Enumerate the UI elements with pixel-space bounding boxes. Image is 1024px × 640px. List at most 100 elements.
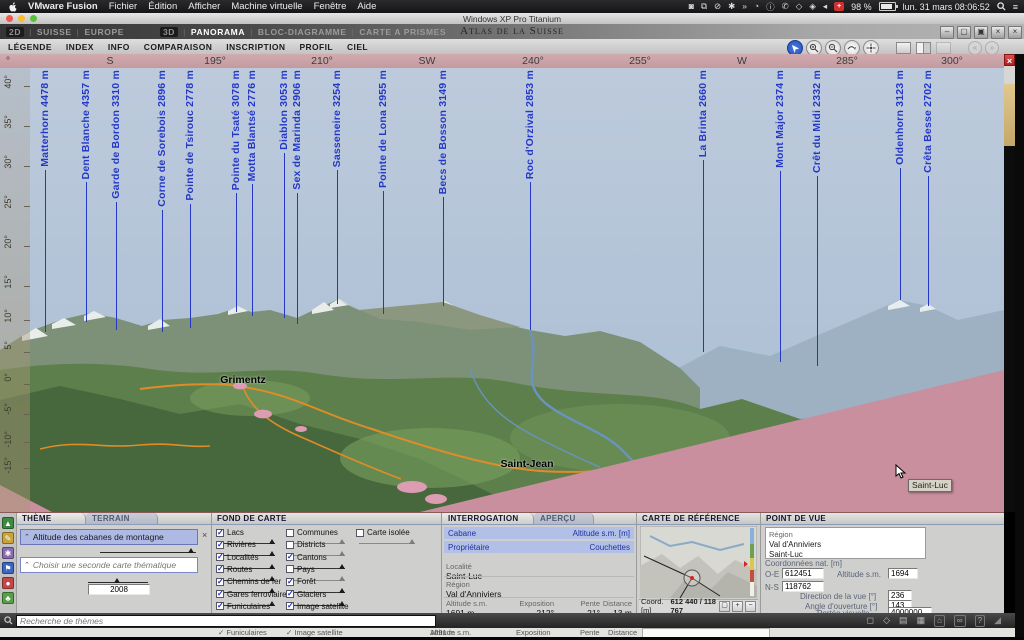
layer-label: Localités	[227, 553, 259, 562]
spotlight-icon[interactable]	[997, 2, 1006, 11]
checkbox-districts[interactable]	[286, 541, 294, 549]
theme-search-input[interactable]: Recherche de thèmes	[16, 615, 436, 627]
app-menu-inscription[interactable]: INSCRIPTION	[226, 42, 285, 52]
layer-opacity-slider[interactable]	[359, 539, 415, 544]
resize-grip-icon[interactable]: ◢	[994, 615, 1001, 626]
help-button[interactable]: ?	[975, 615, 985, 627]
theme-category-icon[interactable]: ✱	[2, 547, 14, 559]
menubar-item-fichier[interactable]: Fichier	[109, 1, 138, 12]
oe-input[interactable]: 612451	[782, 568, 824, 579]
checkbox-pays[interactable]	[286, 565, 294, 573]
year-input[interactable]: 2008	[88, 584, 150, 595]
app-menu-info[interactable]: INFO	[108, 42, 130, 52]
app-menu-l-gende[interactable]: LÉGENDE	[8, 42, 52, 52]
panorama-close-button[interactable]: ×	[1004, 54, 1015, 66]
map-zoom-in-button[interactable]: +	[732, 601, 743, 612]
volume-icon[interactable]: ◂	[823, 1, 827, 13]
app-menu-ciel[interactable]: CIEL	[347, 42, 368, 52]
printer-icon[interactable]: ▦	[917, 615, 926, 626]
altitude-input[interactable]: 1694	[888, 568, 918, 579]
panorama-view[interactable]: 40°35°30°25°20°15°10°5°0°-5°-10°-15° Mat…	[0, 68, 1004, 512]
bluetooth-icon[interactable]: ◇	[796, 1, 803, 13]
theme-select[interactable]: ⌃ Altitude des cabanes de montagne	[20, 529, 198, 545]
maximize-button[interactable]: ▣	[974, 26, 988, 39]
lock-icon[interactable]: ◻	[867, 615, 874, 626]
peak-leader-line	[780, 171, 781, 362]
badge-icon[interactable]: ◇	[883, 615, 890, 626]
theme-transport-icon[interactable]: ●	[2, 577, 14, 589]
document-icon[interactable]: ▤	[899, 615, 908, 626]
link-button[interactable]: ∞	[954, 615, 966, 627]
close-button[interactable]: ×	[991, 26, 1005, 39]
checkbox-localit-s[interactable]: ✓	[216, 553, 224, 561]
single-view-icon[interactable]	[896, 42, 911, 54]
reference-map[interactable]	[640, 526, 757, 598]
app-menu-index[interactable]: INDEX	[66, 42, 94, 52]
vpn-icon[interactable]: +	[834, 2, 844, 11]
home-button[interactable]: ⌂	[934, 615, 945, 627]
forward-icon[interactable]: »	[985, 41, 999, 55]
scrollbar-thumb[interactable]	[1004, 84, 1015, 146]
checkbox-funiculaires[interactable]: ✓	[216, 602, 224, 610]
windows-layers-icon[interactable]: ⧉	[701, 1, 707, 13]
query-row-proprietaire[interactable]: PropriétaireCouchettes	[444, 541, 634, 553]
tab-apercu[interactable]: APERÇU	[534, 513, 594, 525]
accessibility-icon[interactable]: ⓘ	[766, 1, 775, 13]
back-icon[interactable]: «	[968, 41, 982, 55]
menubar-item-fen-tre[interactable]: Fenêtre	[314, 1, 347, 12]
menubar-clock[interactable]: lun. 31 mars 08:06:52	[903, 2, 990, 12]
theme-transparency-slider[interactable]	[100, 547, 196, 553]
second-theme-select[interactable]: ⌃ Choisir une seconde carte thématique	[20, 557, 198, 573]
tab-theme[interactable]: THÈME	[16, 513, 86, 525]
query-row-cabane[interactable]: CabaneAltitude s.m. [m]	[444, 527, 634, 539]
year-slider[interactable]	[88, 577, 148, 583]
airplay-icon[interactable]: ◈	[809, 1, 816, 13]
menubar-item-dition[interactable]: Édition	[148, 1, 177, 12]
sync-status-icon[interactable]: ◙	[689, 1, 694, 13]
map-zoom-out-button[interactable]: −	[745, 601, 756, 612]
full-extent-button[interactable]: ▢	[719, 601, 730, 612]
collapse-caret-icon[interactable]: ⌃	[24, 533, 30, 541]
checkbox-rivi-res[interactable]: ✓	[216, 541, 224, 549]
app-menu-comparaison[interactable]: COMPARAISON	[144, 42, 212, 52]
theme-flag-icon[interactable]: ⚑	[2, 562, 14, 574]
app-menu-profil[interactable]: PROFIL	[299, 42, 333, 52]
split-view-icon[interactable]	[916, 42, 931, 54]
apple-icon[interactable]	[8, 2, 17, 12]
phone-icon[interactable]: ✆	[782, 1, 789, 13]
checkbox-glaciers[interactable]: ✓	[286, 590, 294, 598]
checkbox-routes[interactable]: ✓	[216, 565, 224, 573]
theme-relief-icon[interactable]: ▲	[2, 517, 14, 529]
theme-notes-icon[interactable]: ✎	[2, 532, 14, 544]
collapse-caret-icon[interactable]: ⌃	[24, 561, 30, 569]
checkbox-lacs[interactable]: ✓	[216, 529, 224, 537]
snowflake-icon[interactable]: ✱	[728, 1, 735, 13]
checkbox-for-t[interactable]: ✓	[286, 578, 294, 586]
vertical-scrollbar[interactable]	[1004, 66, 1015, 512]
checkbox-image-satellite[interactable]: ✓	[286, 602, 294, 610]
tab-interrogation[interactable]: INTERROGATION	[442, 513, 534, 525]
menubar-item-aide[interactable]: Aide	[357, 1, 376, 12]
time-machine-icon[interactable]: ◔	[754, 1, 759, 13]
ns-input[interactable]: 118762	[782, 581, 824, 592]
clear-theme-icon[interactable]: ×	[202, 530, 207, 540]
overlay-view-icon[interactable]	[936, 42, 951, 54]
viewpoint-marker[interactable]	[690, 576, 694, 580]
slider-thumb[interactable]	[409, 539, 415, 544]
checkbox-cantons[interactable]: ✓	[286, 553, 294, 561]
notification-center-icon[interactable]: ≡	[1013, 2, 1018, 12]
menubar-item-afficher[interactable]: Afficher	[188, 1, 220, 12]
menubar-item-vmware-fusion[interactable]: VMware Fusion	[28, 1, 98, 12]
tab-terrain[interactable]: TERRAIN	[86, 513, 158, 525]
restore-button[interactable]: ▢	[957, 26, 971, 39]
checkbox-chemins-de-fer[interactable]: ✓	[216, 578, 224, 586]
app-close-button[interactable]: ×	[1008, 26, 1022, 39]
menubar-item-machine-virtuelle[interactable]: Machine virtuelle	[231, 1, 302, 12]
checkbox-gares-ferroviaires[interactable]: ✓	[216, 590, 224, 598]
dnd-icon[interactable]: ⊘	[714, 1, 721, 13]
minimize-button[interactable]: –	[940, 26, 954, 39]
checkbox-communes[interactable]	[286, 529, 294, 537]
checkbox-carte-isol-e[interactable]	[356, 529, 364, 537]
theme-nature-icon[interactable]: ♣	[2, 592, 14, 604]
fastforward-icon[interactable]: »	[742, 1, 747, 13]
